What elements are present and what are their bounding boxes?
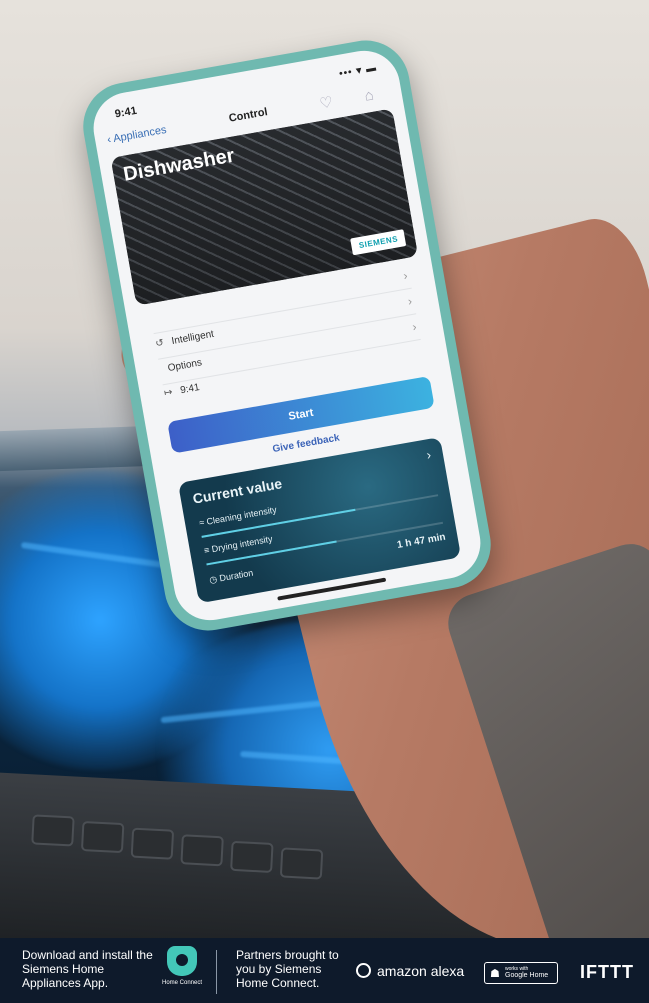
google-big-label: Google Home [505,972,549,979]
google-home-icon: ☗ [490,968,500,980]
home-connect-logo[interactable]: Home Connect [162,946,202,998]
row-label: Duration [218,567,254,584]
control-key [31,814,75,847]
control-key [130,827,175,860]
cleaning-icon: ≈ [198,517,205,529]
control-key [80,820,125,854]
control-key [230,840,274,873]
download-text: Download and install the Siemens Home Ap… [22,948,153,990]
google-home-badge: ☗ works with Google Home [484,962,558,984]
home-connect-icon [167,946,197,976]
program-icon: ↺ [154,337,165,350]
app-logo-label: Home Connect [162,980,203,986]
partners-text: Partners brought to you by Siemens Home … [236,948,339,990]
chevron-right-icon: › [411,319,418,334]
background-photo: 9:41 ••• ▾ ▬ ‹ Appliances Control ♡ ⌂ Di… [0,0,649,938]
timer-icon: ↦ [163,386,174,400]
row-label: Options [166,357,203,375]
row-label: 9:41 [179,382,201,397]
favorite-bell-icons[interactable]: ♡ ⌂ [318,83,389,113]
control-key [279,847,324,880]
row-icon [159,365,161,376]
alexa-label: amazon alexa [377,963,465,979]
alexa-ring-icon [356,963,371,978]
appliance-title: Dishwasher [121,144,237,186]
footer-banner: Download and install the Siemens Home Ap… [0,938,649,1003]
row-label: Drying intensity [210,533,274,555]
chevron-right-icon: › [425,446,433,463]
row-label: Intelligent [170,328,215,348]
chevron-right-icon: › [406,293,414,309]
control-key [180,834,224,867]
drying-icon: ≡ [203,544,211,556]
card-title: Current value [191,475,284,507]
status-time: 9:41 [113,104,138,121]
amazon-alexa-logo: amazon alexa [356,963,464,979]
clock-icon: ◷ [208,573,218,586]
duration-value: 1 h 47 min [396,531,447,551]
signal-icon: ••• ▾ ▬ [338,62,378,80]
divider [216,950,217,994]
brand-badge: SIEMENS [350,229,407,256]
row-label [158,312,160,323]
chevron-right-icon: › [402,268,409,283]
row-icon [150,313,152,324]
ifttt-logo: IFTTT [580,962,634,982]
